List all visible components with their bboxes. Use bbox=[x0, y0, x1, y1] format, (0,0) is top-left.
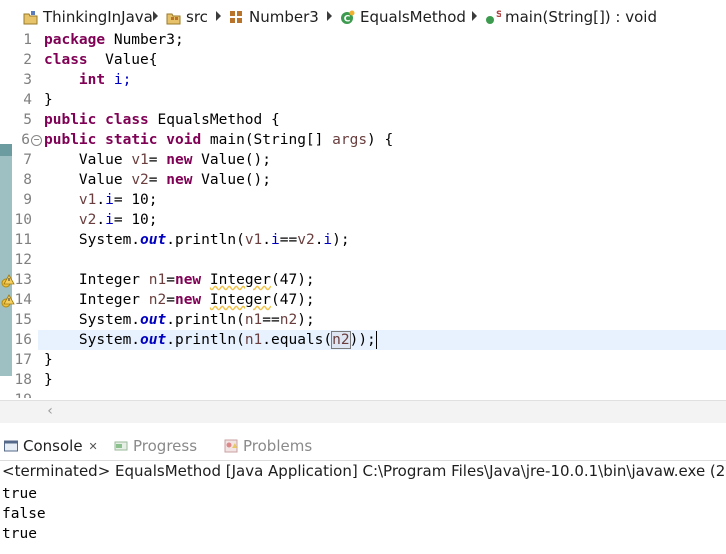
text-cursor bbox=[375, 331, 377, 349]
code-line: System.out.println(v1.i==v2.i); bbox=[78, 232, 350, 248]
console-output-line: false bbox=[2, 506, 46, 522]
breadcrumb-class[interactable]: C EqualsMethod bbox=[339, 7, 466, 27]
breadcrumb-separator bbox=[153, 11, 158, 21]
code-line: public static void main(String[] args) { bbox=[44, 132, 394, 148]
class-icon: C bbox=[339, 9, 356, 26]
line-number: 18 bbox=[14, 372, 32, 388]
line-number: 19 bbox=[12, 390, 32, 398]
code-line: Value v1= new Value(); bbox=[78, 152, 272, 168]
console-icon bbox=[4, 439, 18, 453]
line-number: 16 bbox=[14, 332, 32, 348]
console-status: <terminated> EqualsMethod [Java Applicat… bbox=[2, 462, 726, 480]
svg-text:S: S bbox=[496, 10, 501, 20]
code-line: } bbox=[44, 372, 53, 388]
console-output-line: true bbox=[2, 526, 37, 542]
code-line: Integer n1=new Integer(47); bbox=[78, 272, 315, 288]
project-icon bbox=[22, 9, 39, 26]
code-line: v1.i= 10; bbox=[78, 192, 158, 208]
change-marker bbox=[0, 156, 12, 376]
warning-icon[interactable] bbox=[1, 293, 15, 308]
breadcrumb-separator bbox=[327, 11, 332, 21]
problems-icon bbox=[224, 439, 238, 453]
line-number: 15 bbox=[14, 312, 32, 328]
line-number: 4 bbox=[23, 92, 32, 108]
tab-progress[interactable]: Progress bbox=[114, 435, 197, 457]
code-line: v2.i= 10; bbox=[78, 212, 158, 228]
breadcrumb-separator bbox=[472, 11, 477, 21]
code-line: Value v2= new Value(); bbox=[78, 172, 272, 188]
breadcrumb-separator bbox=[216, 11, 221, 21]
code-line: System.out.println(n1==n2); bbox=[78, 312, 315, 328]
code-editor[interactable]: 1 2 3 4 5 6 − 7 8 9 10 11 12 13 14 15 16… bbox=[0, 32, 726, 400]
code-line-current: System.out.println(n1.equals(n2)); bbox=[78, 331, 377, 349]
change-ruler bbox=[0, 32, 12, 400]
code-line: } bbox=[44, 92, 53, 108]
line-number: 7 bbox=[23, 152, 32, 168]
console-output-line: true bbox=[2, 486, 37, 502]
breadcrumb-source-folder[interactable]: src bbox=[165, 7, 208, 27]
scroll-left-icon[interactable]: ‹ bbox=[42, 403, 58, 419]
progress-icon bbox=[114, 439, 128, 453]
view-tabs: Console ✕ Progress Problems bbox=[0, 431, 726, 461]
code-line: class Value{ bbox=[44, 52, 158, 68]
svg-text:C: C bbox=[344, 14, 351, 24]
package-icon bbox=[228, 9, 245, 26]
method-icon: S bbox=[484, 9, 502, 26]
code-line: public class EqualsMethod { bbox=[44, 112, 280, 128]
breadcrumb-method[interactable]: S main(String[]) : void bbox=[484, 7, 657, 27]
warning-icon[interactable] bbox=[1, 273, 15, 288]
line-number: 8 bbox=[23, 172, 32, 188]
code-line: int i; bbox=[78, 72, 132, 88]
code-line: package Number3; bbox=[44, 32, 184, 48]
horizontal-scrollbar[interactable]: ‹ bbox=[0, 400, 726, 423]
package-folder-icon bbox=[165, 9, 182, 26]
line-number: 5 bbox=[23, 112, 32, 128]
fold-toggle-icon[interactable]: − bbox=[31, 135, 42, 146]
line-number: 2 bbox=[23, 52, 32, 68]
tab-problems[interactable]: Problems bbox=[224, 435, 312, 457]
tab-console[interactable]: Console ✕ bbox=[4, 435, 98, 457]
breadcrumb-project[interactable]: ThinkingInJava bbox=[22, 7, 153, 27]
line-number: 10 bbox=[14, 212, 32, 228]
occurrence-highlight: n2 bbox=[331, 331, 351, 349]
breadcrumb-package[interactable]: Number3 bbox=[228, 7, 319, 27]
line-number: 14 bbox=[14, 292, 32, 308]
line-number: 13 bbox=[14, 272, 32, 288]
line-number: 9 bbox=[23, 192, 32, 208]
line-number: 3 bbox=[23, 72, 32, 88]
line-number: 17 bbox=[14, 352, 32, 368]
code-line: } bbox=[44, 352, 53, 368]
line-number: 12 bbox=[14, 252, 32, 268]
line-number: 6 bbox=[21, 132, 30, 148]
line-number: 11 bbox=[14, 232, 32, 248]
breadcrumb: ThinkingInJava src Number3 C EqualsMetho… bbox=[0, 0, 726, 32]
close-icon[interactable]: ✕ bbox=[89, 440, 98, 453]
code-line: Integer n2=new Integer(47); bbox=[78, 292, 315, 308]
line-number: 1 bbox=[23, 32, 32, 48]
